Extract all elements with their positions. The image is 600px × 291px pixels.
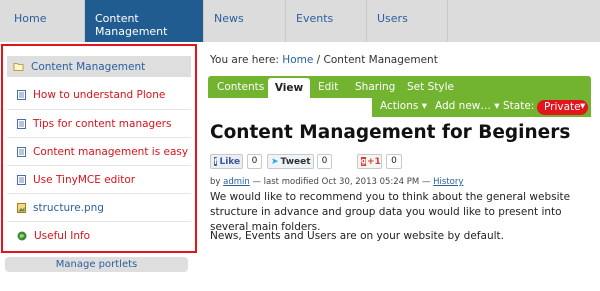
portlet-item-label: Use TinyMCE editor xyxy=(33,173,136,186)
portlet-item-label: How to understand Plone xyxy=(33,89,166,101)
add-new-menu[interactable]: Add new… ▾ xyxy=(435,100,499,112)
document-byline: by admin — last modified Oct 30, 2013 05… xyxy=(210,177,463,187)
tweet-count: 0 xyxy=(317,154,332,169)
author-link[interactable]: admin xyxy=(223,177,250,187)
nav-tab-users[interactable]: Users xyxy=(367,0,448,42)
nav-tab-home[interactable]: Home xyxy=(0,0,85,42)
portlet-header-label: Content Management xyxy=(31,60,146,73)
tab-edit[interactable]: Edit xyxy=(318,76,338,98)
navigation-portlet: Content Management How to understand Plo… xyxy=(1,44,197,253)
portlet-item-label: Content management is easy xyxy=(33,145,189,158)
breadcrumb-current: Content Management xyxy=(323,54,438,66)
actions-menu[interactable]: Actions ▾ xyxy=(380,100,427,112)
facebook-like-count: 0 xyxy=(247,154,262,169)
tab-contents[interactable]: Contents xyxy=(217,76,264,98)
nav-tab-events[interactable]: Events xyxy=(286,0,367,42)
image-icon xyxy=(17,202,26,213)
byline-by: by xyxy=(210,177,221,187)
facebook-icon: f xyxy=(214,157,218,166)
portlet-header[interactable]: Content Management xyxy=(7,56,191,77)
google-plus-label: +1 xyxy=(367,156,381,167)
state-label: State: xyxy=(503,100,535,112)
folder-icon xyxy=(13,63,24,71)
portlet-item-how-to-understand-plone[interactable]: How to understand Plone xyxy=(7,81,191,109)
history-link[interactable]: History xyxy=(433,177,463,187)
facebook-like-label: Like xyxy=(219,156,241,167)
globe-link-icon xyxy=(17,231,27,240)
manage-portlets-button[interactable]: Manage portlets xyxy=(5,257,188,272)
portlet-item-content-management-is-easy[interactable]: Content management is easy xyxy=(7,137,191,165)
content-actions-bar: Actions ▾ Add new… ▾ State: Private ▾ xyxy=(372,98,591,117)
tab-view[interactable]: View xyxy=(268,78,310,98)
nav-tab-news[interactable]: News xyxy=(204,0,286,42)
document-icon xyxy=(17,146,26,157)
portlet-item-label: Useful Info xyxy=(34,229,91,242)
document-icon xyxy=(17,118,26,129)
twitter-bird-icon: ➤ xyxy=(271,156,279,167)
facebook-like-button[interactable]: f Like xyxy=(210,154,243,169)
tweet-label: Tweet xyxy=(280,156,311,167)
breadcrumb-separator: / xyxy=(316,54,321,66)
nav-filler xyxy=(448,0,600,42)
tab-sharing[interactable]: Sharing xyxy=(355,76,395,98)
portlet-item-tips-for-content-managers[interactable]: Tips for content managers xyxy=(7,109,191,137)
document-icon xyxy=(17,90,26,100)
portlet-item-structure-png[interactable]: structure.png xyxy=(7,193,191,221)
global-navigation: Home Content Management News Events User… xyxy=(0,0,600,42)
portlet-item-label: structure.png xyxy=(33,201,104,214)
google-plus-count: 0 xyxy=(386,154,402,169)
portlet-item-useful-info[interactable]: Useful Info xyxy=(7,221,191,249)
breadcrumb-home-link[interactable]: Home xyxy=(282,54,313,66)
breadcrumb-prefix: You are here: xyxy=(210,54,279,66)
google-plus-one-button[interactable]: g +1 xyxy=(357,154,382,169)
google-plus-icon: g xyxy=(361,157,367,166)
edit-bar: Contents View Edit Sharing Set Style xyxy=(208,76,591,98)
portlet-item-label: Tips for content managers xyxy=(33,117,172,130)
portlet-item-use-tinymce-editor[interactable]: Use TinyMCE editor xyxy=(7,165,191,193)
tab-set-style[interactable]: Set Style xyxy=(407,76,454,98)
document-icon xyxy=(17,174,26,185)
chevron-down-icon[interactable]: ▾ xyxy=(580,100,585,112)
nav-tab-content-management[interactable]: Content Management xyxy=(85,0,204,42)
tweet-button[interactable]: ➤ Tweet xyxy=(267,154,314,169)
page-title: Content Management for Beginers xyxy=(210,122,571,143)
social-buttons: f Like 0 ➤ Tweet 0 g +1 0 xyxy=(210,154,510,169)
body-paragraph-2: News, Events and Users are on your websi… xyxy=(210,230,504,242)
breadcrumb: You are here: Home / Content Management xyxy=(210,54,438,66)
byline-modified: — last modified Oct 30, 2013 05:24 PM — xyxy=(252,177,431,187)
